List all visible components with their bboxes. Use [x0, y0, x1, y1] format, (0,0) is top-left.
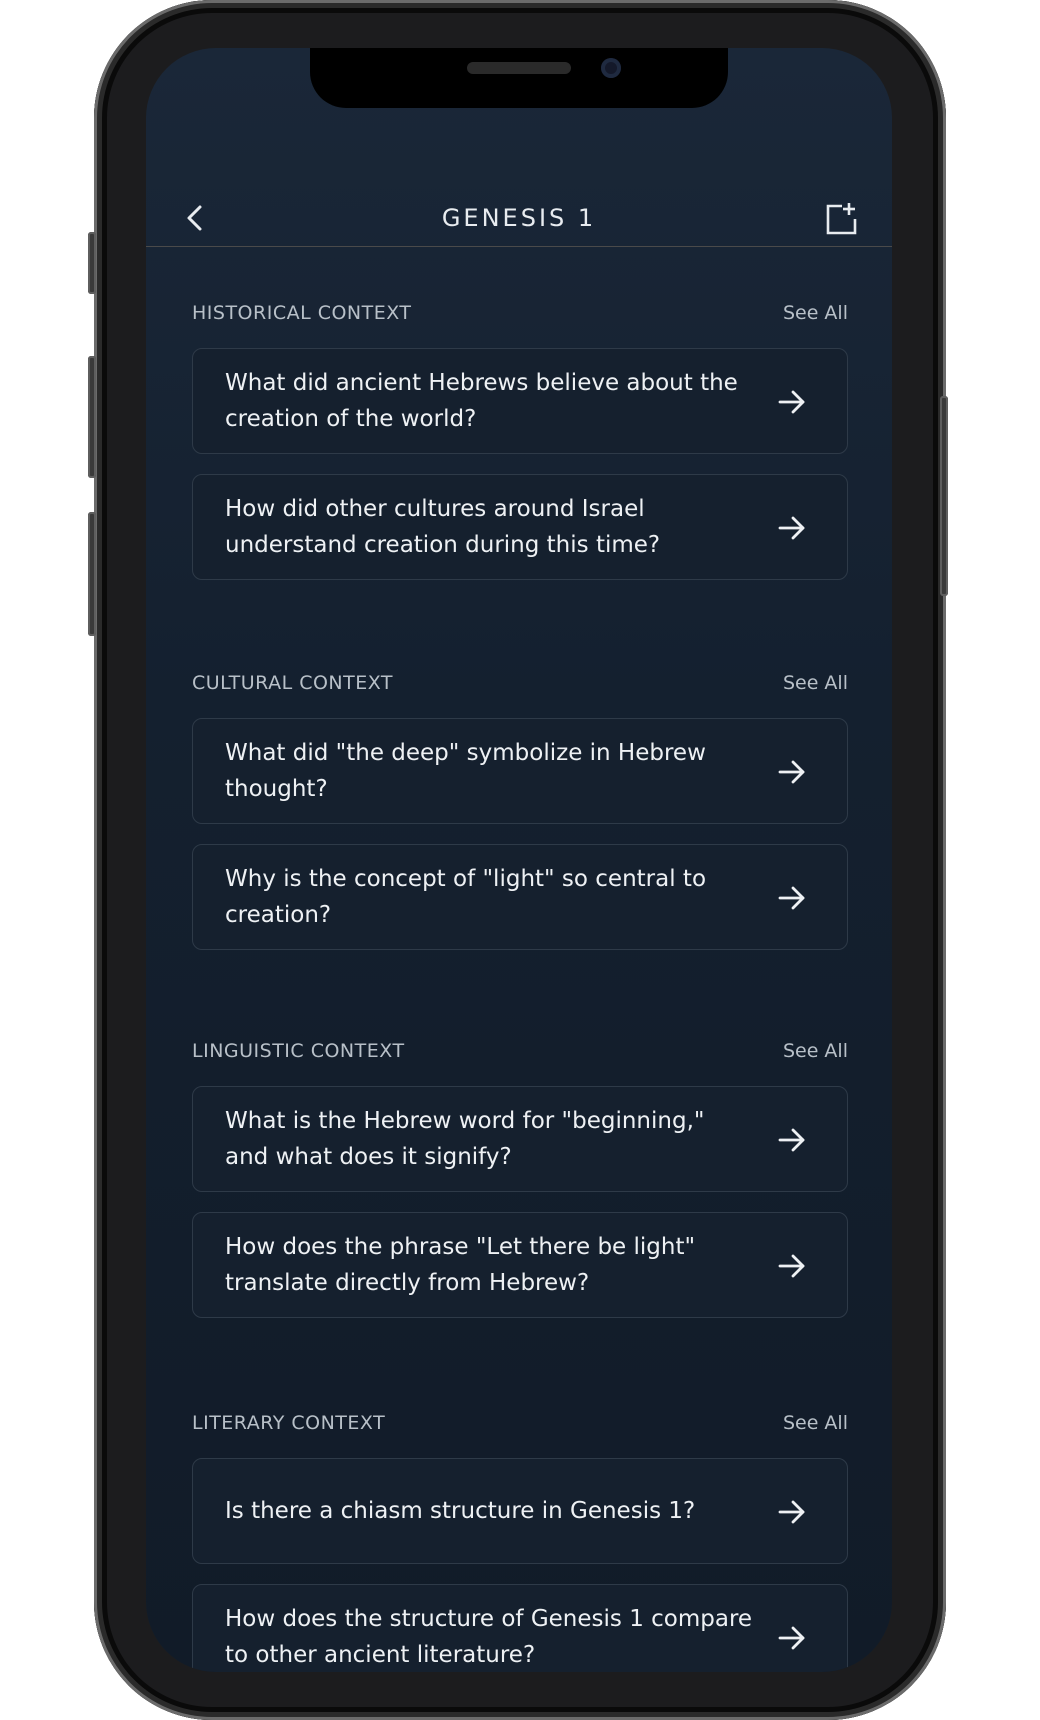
silent-switch [88, 232, 96, 294]
arrow-right-icon [778, 886, 805, 910]
question-text: How does the structure of Genesis 1 comp… [225, 1606, 753, 1668]
section-header: LINGUISTIC CONTEXT See All [192, 1036, 848, 1066]
section-title: LITERARY CONTEXT [192, 1412, 386, 1434]
question-text: Why is the concept of "light" so central… [225, 866, 707, 928]
section-literary-context: LITERARY CONTEXT See All Is there a chia… [192, 1408, 848, 1672]
see-all-link[interactable]: See All [783, 302, 848, 324]
speaker-grille [467, 62, 571, 74]
section-historical-context: HISTORICAL CONTEXT See All What did anci… [192, 298, 848, 580]
question-text: How does the phrase "Let there be light"… [225, 1234, 696, 1296]
bookmark-add-icon[interactable] [824, 201, 858, 235]
section-header: CULTURAL CONTEXT See All [192, 668, 848, 698]
arrow-right-icon [778, 1254, 805, 1278]
section-title: LINGUISTIC CONTEXT [192, 1040, 405, 1062]
see-all-link[interactable]: See All [783, 672, 848, 694]
section-title: CULTURAL CONTEXT [192, 672, 394, 694]
section-title: HISTORICAL CONTEXT [192, 302, 412, 324]
question-card[interactable]: How does the phrase "Let there be light"… [192, 1212, 848, 1318]
question-card[interactable]: How did other cultures around Israel und… [192, 474, 848, 580]
see-all-link[interactable]: See All [783, 1040, 848, 1062]
volume-down-button [88, 512, 96, 636]
volume-up-button [88, 356, 96, 478]
question-text: What did "the deep" symbolize in Hebrew … [225, 740, 706, 802]
question-card[interactable]: What did ancient Hebrews believe about t… [192, 348, 848, 454]
question-card[interactable]: What did "the deep" symbolize in Hebrew … [192, 718, 848, 824]
arrow-right-icon [778, 1626, 805, 1650]
notch [310, 48, 728, 108]
see-all-link[interactable]: See All [783, 1412, 848, 1434]
arrow-right-icon [778, 760, 805, 784]
power-button [940, 396, 948, 596]
question-card[interactable]: Why is the concept of "light" so central… [192, 844, 848, 950]
question-text: Is there a chiasm structure in Genesis 1… [225, 1498, 696, 1524]
arrow-right-icon [778, 1128, 805, 1152]
question-text: What did ancient Hebrews believe about t… [225, 370, 738, 432]
question-text: How did other cultures around Israel und… [225, 496, 661, 558]
section-header: LITERARY CONTEXT See All [192, 1408, 848, 1438]
section-header: HISTORICAL CONTEXT See All [192, 298, 848, 328]
front-camera [601, 58, 621, 78]
section-linguistic-context: LINGUISTIC CONTEXT See All What is the H… [192, 1036, 848, 1318]
arrow-right-icon [778, 1500, 805, 1524]
question-text: What is the Hebrew word for "beginning,"… [225, 1108, 705, 1170]
arrow-right-icon [778, 390, 805, 414]
question-card[interactable]: What is the Hebrew word for "beginning,"… [192, 1086, 848, 1192]
section-cultural-context: CULTURAL CONTEXT See All What did "the d… [192, 668, 848, 950]
screen: GENESIS 1 HISTORICAL CONTEXT See All Wha… [146, 48, 892, 1672]
question-card[interactable]: How does the structure of Genesis 1 comp… [192, 1584, 848, 1672]
arrow-right-icon [778, 516, 805, 540]
navigation-bar: GENESIS 1 [146, 146, 892, 247]
question-card[interactable]: Is there a chiasm structure in Genesis 1… [192, 1458, 848, 1564]
page-title: GENESIS 1 [441, 204, 597, 232]
